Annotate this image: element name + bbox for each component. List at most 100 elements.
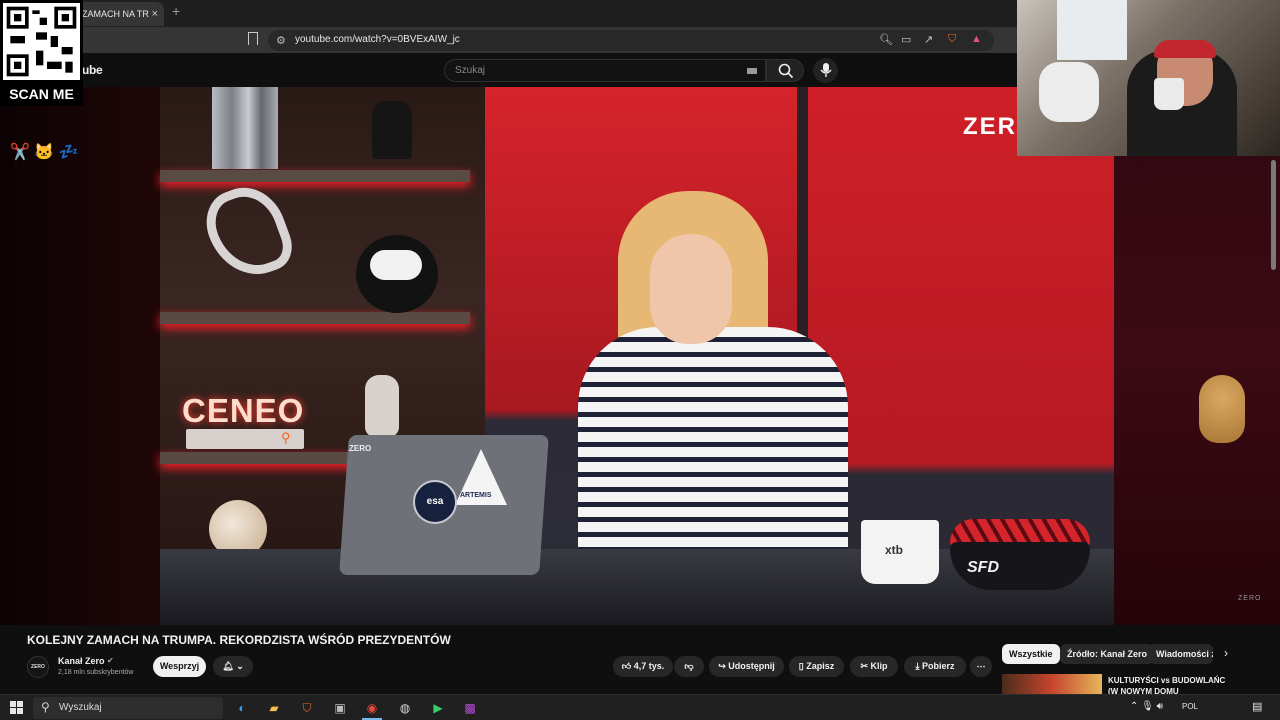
edge-icon[interactable]: ◐ <box>232 698 252 718</box>
thumbs-down-icon: 👎︎ <box>684 661 694 671</box>
clip-button[interactable]: ✂ Klip <box>850 656 898 677</box>
webcam-window <box>1057 0 1127 60</box>
streamer-mug <box>1154 78 1184 110</box>
browser-tab[interactable]: ZAMACH NA TR × <box>74 2 164 26</box>
channel-name[interactable]: Kanał Zero <box>58 656 105 666</box>
windows-start-icon[interactable] <box>10 701 23 714</box>
streamer-cap <box>1154 40 1216 58</box>
chip-all[interactable]: Wszystkie <box>1002 644 1060 664</box>
language-indicator[interactable]: POL <box>1182 702 1198 711</box>
share-icon: ↪ <box>718 661 726 671</box>
video-title: KOLEJNY ZAMACH NA TRUMPA. REKORDZISTA WŚ… <box>27 633 451 647</box>
tab-close-icon[interactable]: × <box>152 2 158 26</box>
chip-news[interactable]: Wiadomości z <box>1149 644 1213 664</box>
chip-source[interactable]: Źródło: Kanał Zero <box>1060 644 1155 664</box>
youtube-search-input[interactable]: Szukaj <box>444 59 766 82</box>
hamster-overlay <box>1199 375 1245 443</box>
notifications-icon[interactable]: ▤ <box>1252 700 1262 713</box>
video-player[interactable]: ZER CENEO ⚲ ZERO ARTEMIS esa xtb SFD ZER… <box>0 87 1280 625</box>
voice-search-button[interactable] <box>813 58 838 83</box>
qr-code <box>3 3 80 80</box>
like-count: 4,7 tys. <box>633 661 665 671</box>
chevron-up-icon[interactable]: ⌃ <box>1130 701 1138 712</box>
microphone-icon[interactable]: 🎙︎ <box>1141 701 1154 712</box>
shelf-board <box>160 312 470 324</box>
scrollbar[interactable] <box>1271 160 1276 270</box>
more-actions-button[interactable]: ⋯ <box>970 656 992 677</box>
search-placeholder: Szukaj <box>455 65 486 76</box>
chevron-down-icon: ⌄ <box>236 661 244 671</box>
ceneo-search-icon: ⚲ <box>281 430 291 445</box>
zoom-icon[interactable]: 🔍︎ <box>879 33 893 46</box>
cat-emote-icon: 🐱 <box>34 144 55 161</box>
shelf-board <box>160 170 470 182</box>
zero-wall-logo: ZER <box>963 113 1017 140</box>
play-icon[interactable]: ▶ <box>428 698 448 718</box>
ceneo-neon-sign: CENEO <box>182 392 305 429</box>
brave-shield-icon[interactable]: ⛉ <box>948 33 956 46</box>
channel-avatar[interactable]: ZERO <box>27 656 49 678</box>
xtb-logo: xtb <box>885 543 903 557</box>
artemis-sticker-text: ARTEMIS <box>460 492 492 499</box>
thumbs-up-icon: 👍︎ <box>621 661 632 671</box>
taskbar-search[interactable]: ⚲ Wyszukaj <box>33 697 223 719</box>
download-icon: ⤓ <box>915 661 920 671</box>
file-explorer-icon[interactable]: ▰ <box>264 698 284 718</box>
sfd-logo: SFD <box>967 559 999 576</box>
download-button[interactable]: ⤓ Pobierz <box>904 656 966 677</box>
new-tab-icon[interactable]: + <box>172 3 180 19</box>
sleep-emote-icon: 💤 <box>58 144 79 161</box>
youtube-logo[interactable]: ube <box>82 63 103 77</box>
save-icon: ▯ <box>798 661 804 671</box>
esa-sticker: esa <box>413 480 457 524</box>
recommended-thumbnail[interactable] <box>1002 674 1102 694</box>
save-label: Zapisz <box>806 661 835 671</box>
emote-overlay: ✂️ 🐱 💤 <box>10 142 79 162</box>
speaker-display <box>370 250 422 280</box>
studio-right-wall <box>1114 87 1280 625</box>
app-icon[interactable]: ▣ <box>330 698 350 718</box>
address-bar[interactable]: ⚙ youtube.com/watch?v=0BVExAIW_jc 🔍︎ ▭ ↗… <box>268 30 994 51</box>
subscriber-count: 2,18 mln subskrybentów <box>58 669 134 676</box>
search-icon: ⚲ <box>41 700 50 714</box>
bell-icon: 🔔︎ <box>222 661 234 671</box>
dislike-button[interactable]: 👎︎ <box>674 656 704 677</box>
books-decoration <box>212 87 278 169</box>
volume-icon[interactable]: 🔊︎ <box>1157 701 1163 712</box>
brave-rewards-icon[interactable]: ▲ <box>971 33 982 45</box>
share-button[interactable]: ↪ Udostępnij <box>709 656 784 677</box>
search-icon <box>778 63 794 79</box>
presenter-face <box>650 234 732 344</box>
clip-label: Klip <box>870 661 888 671</box>
chrome-icon[interactable]: ◉ <box>362 698 382 718</box>
share-label: Udostępnij <box>728 661 775 671</box>
keyboard-icon[interactable] <box>747 68 757 74</box>
video-watermark: ZERO <box>1238 595 1262 602</box>
notifications-button[interactable]: 🔔︎ ⌄ <box>213 656 253 677</box>
support-button[interactable]: Wesprzyj <box>153 656 206 677</box>
site-settings-icon[interactable]: ⚙ <box>276 34 286 47</box>
share-page-icon[interactable]: ↗ <box>924 33 933 46</box>
brave-icon[interactable]: ⛉ <box>297 698 317 718</box>
bookmark-icon[interactable] <box>248 32 258 45</box>
verified-icon: ✔ <box>107 656 114 665</box>
more-icon: ⋯ <box>976 661 986 671</box>
vase-decoration <box>365 375 399 437</box>
laptop-sticker-zero: ZERO <box>349 444 372 453</box>
chat-app-icon[interactable]: ▩ <box>460 698 480 718</box>
like-button[interactable]: 👍︎ 4,7 tys. <box>613 656 673 677</box>
save-button[interactable]: ▯ Zapisz <box>789 656 844 677</box>
url-text[interactable]: youtube.com/watch?v=0BVExAIW_jc <box>295 34 460 45</box>
search-button[interactable] <box>766 59 804 82</box>
figurine-decoration <box>372 101 412 159</box>
studio-left-wall <box>0 87 160 625</box>
obs-icon[interactable]: ◍ <box>395 698 415 718</box>
system-tray[interactable]: ⌃ 🎙︎ 🔊︎ <box>1130 701 1163 712</box>
webcam-chair <box>1039 62 1099 122</box>
tab-title: ZAMACH NA TR <box>82 9 149 19</box>
chevron-right-icon[interactable]: › <box>1224 646 1228 660</box>
cast-icon[interactable]: ▭ <box>901 33 911 46</box>
scissors-icon: ✂ <box>860 661 869 671</box>
scan-me-label: SCAN ME <box>9 86 74 102</box>
download-label: Pobierz <box>921 661 955 671</box>
